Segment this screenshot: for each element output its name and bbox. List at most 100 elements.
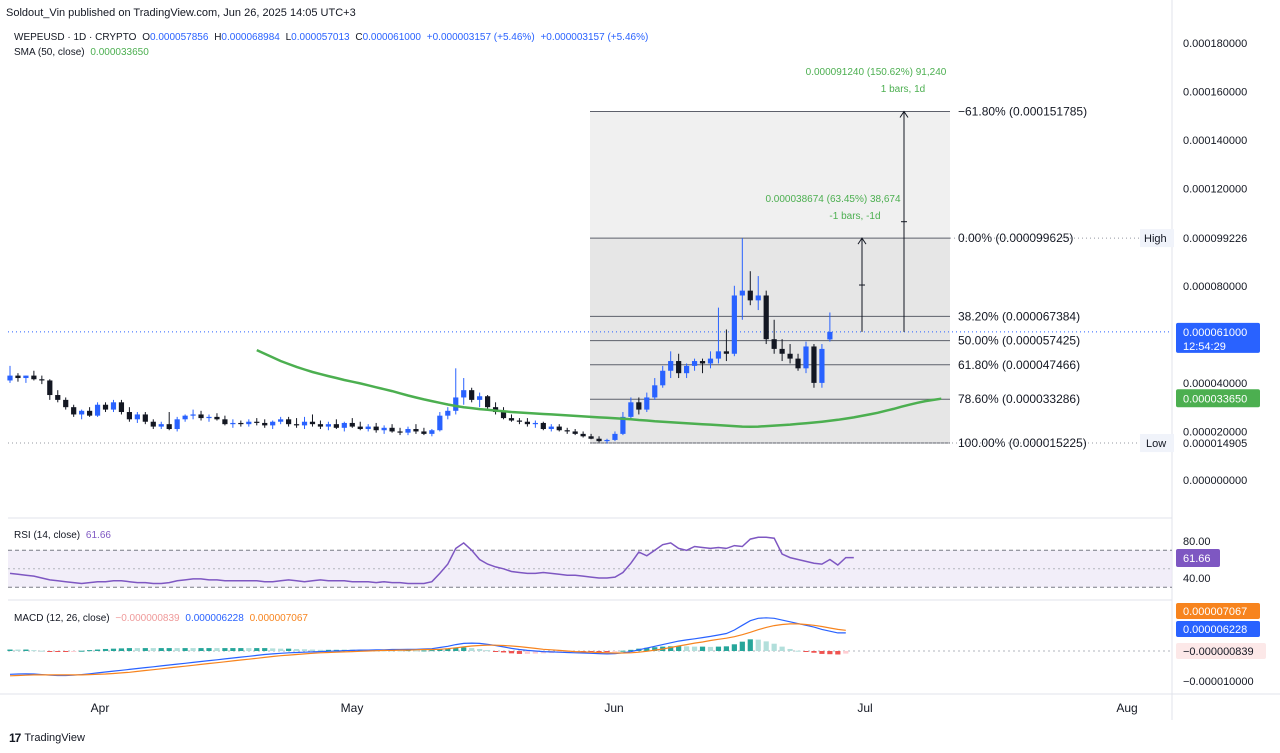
price-axis-label: 0.000000000 (1183, 475, 1247, 487)
candle-body (206, 416, 212, 419)
macd-histogram-bar (524, 651, 530, 654)
candle-body (246, 421, 252, 425)
price-axis-label: 0.000040000 (1183, 378, 1247, 390)
macd-histogram-bar (79, 650, 85, 652)
candle-body (564, 430, 570, 432)
macd-histogram-bar (182, 648, 188, 651)
macd-histogram-bar (779, 646, 785, 651)
candle-body (397, 431, 403, 433)
price-axis-label: 0.000180000 (1183, 38, 1247, 50)
candle-body (723, 351, 729, 354)
candle-body (747, 290, 753, 301)
candle-body (699, 361, 706, 364)
macd-histogram-bar (118, 648, 125, 651)
candle-body (381, 427, 387, 431)
low-tag-label: Low (1146, 438, 1166, 450)
macd-histogram-bar (715, 646, 722, 651)
macd-histogram-bar (835, 651, 841, 655)
candle-body (270, 421, 276, 426)
candle-body (405, 429, 411, 433)
fib-level-label: 0.00% (0.000099625) (958, 231, 1073, 245)
candle-body (15, 375, 21, 379)
macd-histogram-bar (492, 651, 499, 652)
candle-body (190, 414, 196, 416)
candle-body (102, 404, 109, 410)
macd-histogram-bar (612, 651, 618, 652)
candle-body (39, 379, 45, 381)
macd-histogram-bar (47, 651, 53, 652)
candle-body (349, 422, 355, 427)
macd-histogram-bar (142, 648, 148, 651)
candle-body (413, 429, 419, 432)
macd-line-tag: 0.000006228 (1183, 624, 1247, 636)
candle-body (779, 348, 785, 354)
macd-histogram-bar (301, 649, 308, 651)
candle-body (55, 395, 61, 400)
rsi-axis-label: 80.00 (1183, 536, 1211, 548)
fib-zone-extension (590, 111, 950, 239)
macd-histogram-bar (620, 650, 626, 652)
macd-histogram-bar (461, 647, 467, 651)
candle-body (79, 410, 85, 415)
macd-histogram-bar (254, 648, 260, 651)
candle-body (739, 290, 745, 296)
macd-histogram-bar (795, 650, 801, 652)
candle-body (286, 419, 292, 425)
fib-level-label: 78.60% (0.000033286) (958, 392, 1080, 406)
candle-body (612, 433, 618, 440)
candle-body (254, 421, 260, 423)
macd-histogram-bar (158, 648, 164, 651)
measure-sublabel: 1 bars, 1d (881, 84, 925, 95)
candle-body (731, 295, 737, 354)
candle-body (811, 346, 817, 383)
candle-body (787, 353, 793, 359)
macd-histogram-bar (262, 648, 268, 651)
time-axis-label: Apr (91, 701, 110, 715)
candle-body (23, 375, 29, 379)
candle-body (341, 422, 347, 428)
candle-body (437, 415, 443, 431)
candle-body (47, 380, 53, 396)
candle-body (222, 419, 228, 425)
price-chart[interactable]: 0.000180000 0.000160000 0.000140000 0.00012… (0, 0, 1280, 753)
candle-body (763, 295, 769, 340)
candle-body (477, 396, 483, 400)
measure-sublabel: -1 bars, -1d (829, 211, 880, 222)
candle-body (126, 412, 132, 420)
candle-body (142, 414, 148, 422)
rsi-value-tag: 61.66 (1183, 553, 1211, 565)
current-price-tag: 0.000061000 (1183, 327, 1247, 339)
macd-histogram-bar (811, 651, 817, 653)
fib-level-label: 38.20% (0.000067384) (958, 309, 1080, 323)
macd-histogram-bar (763, 641, 769, 651)
candle-body (150, 421, 156, 427)
macd-histogram-bar (477, 648, 483, 651)
high-tag-label: High (1144, 233, 1167, 245)
macd-histogram-bar (819, 651, 825, 654)
macd-histogram-bar (102, 648, 109, 651)
macd-histogram-bar (222, 648, 228, 651)
candle-body (548, 426, 554, 430)
macd-histogram-bar (771, 643, 777, 651)
price-axis-label: 0.000140000 (1183, 135, 1247, 147)
macd-histogram-bar (198, 648, 204, 651)
fib-level-label: 50.00% (0.000057425) (958, 334, 1080, 348)
time-axis-label: Jul (857, 701, 872, 715)
candle-body (63, 399, 69, 408)
candle-body (508, 418, 515, 421)
macd-histogram-bar (421, 650, 427, 652)
macd-histogram-bar (787, 648, 793, 651)
price-axis-label: 0.000120000 (1183, 184, 1247, 196)
candle-body (158, 424, 164, 427)
macd-histogram-bar (150, 648, 156, 651)
candle-body (333, 424, 339, 428)
macd-histogram-bar (516, 651, 523, 654)
macd-histogram-bar (309, 649, 316, 651)
candle-body (596, 438, 602, 442)
candle-body (532, 422, 538, 425)
tradingview-brand: 17 TradingView (9, 731, 85, 745)
macd-histogram-bar (39, 650, 45, 652)
macd-histogram-bar (723, 646, 729, 651)
macd-axis-label: −0.000010000 (1183, 676, 1254, 688)
candle-body (166, 424, 172, 430)
